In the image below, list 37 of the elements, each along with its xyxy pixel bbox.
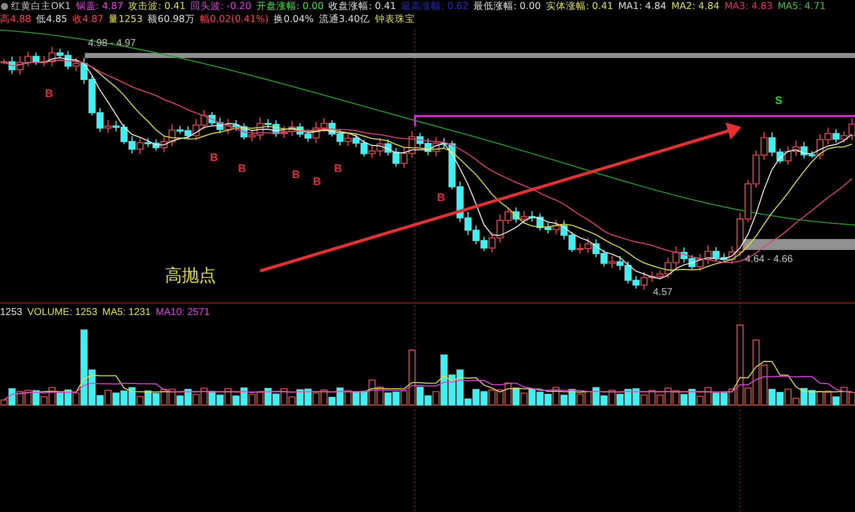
quote-value: 额60.98万 [148, 13, 195, 26]
quote-value: 低4.85 [36, 13, 68, 26]
volume-legend-value: 1253 [0, 307, 22, 318]
quote-value: 幅0.02(0.41%) [200, 13, 269, 26]
indicator-value: 开盘涨幅: 0.00 [256, 0, 324, 13]
volume-legend-value: MA5: 1231 [102, 307, 151, 318]
signal-marker: B [334, 163, 342, 175]
indicator-value: 实体涨幅: 0.41 [546, 0, 614, 13]
signal-marker: B [210, 152, 218, 164]
indicator-value: MA1: 4.84 [618, 0, 666, 13]
chart-annotation: 高抛点 [165, 266, 216, 286]
signal-marker: B [313, 176, 321, 188]
quote-value: 流通3.40亿 [318, 13, 370, 26]
indicator-value: MA2: 4.84 [671, 0, 720, 13]
indicator-value: 攻击波: 0.41 [128, 0, 186, 13]
indicator-value: 收盘涨幅: 0.41 [328, 0, 396, 13]
indicator-value: 锅盖: 4.87 [76, 0, 124, 13]
signal-marker: B [292, 169, 300, 181]
quote-value: 换0.04% [274, 13, 314, 26]
signal-marker: B [238, 163, 246, 175]
volume-legend-value: VOLUME: 1253 [27, 307, 98, 318]
indicator-value: 最低涨幅: 0.00 [473, 0, 541, 13]
signal-marker: B [437, 192, 445, 204]
price-label: 4.64 - 4.66 [745, 254, 793, 265]
indicator-value: 红黄白主OK1 [0, 0, 71, 13]
signal-marker: S [775, 95, 782, 107]
quote-value: 量1253 [108, 13, 143, 26]
price-label: 4.57 [653, 287, 672, 298]
quote-value: 钟表珠宝 [374, 13, 415, 26]
quote-value: 收4.87 [72, 13, 104, 26]
indicator-value: 最高涨幅: 0.62 [401, 0, 468, 13]
signal-marker: B [45, 88, 53, 100]
indicator-value: MA5: 4.71 [778, 0, 826, 13]
indicator-value: MA3: 4.83 [724, 0, 773, 13]
quote-value: 高4.88 [0, 13, 32, 26]
indicator-value: 回头波: -0.20 [190, 0, 252, 13]
volume-legend-value: MA10: 2571 [156, 307, 210, 318]
